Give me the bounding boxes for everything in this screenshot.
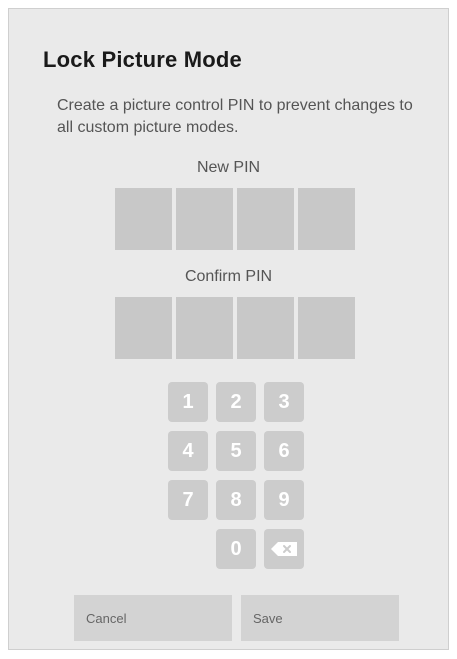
backspace-icon [271, 542, 297, 556]
new-pin-digit-4[interactable] [298, 188, 355, 250]
key-0[interactable]: 0 [216, 529, 256, 569]
key-5[interactable]: 5 [216, 431, 256, 471]
new-pin-label: New PIN [196, 159, 261, 176]
key-2[interactable]: 2 [216, 382, 256, 422]
confirm-pin-digit-1[interactable] [115, 297, 172, 359]
cancel-button[interactable]: Cancel [74, 595, 232, 641]
save-button[interactable]: Save [241, 595, 399, 641]
key-9[interactable]: 9 [264, 480, 304, 520]
key-7[interactable]: 7 [168, 480, 208, 520]
new-pin-field[interactable] [115, 188, 355, 250]
confirm-pin-field[interactable] [115, 297, 355, 359]
new-pin-digit-3[interactable] [237, 188, 294, 250]
backspace-button[interactable] [264, 529, 304, 569]
new-pin-digit-1[interactable] [115, 188, 172, 250]
dialog-title: Lock Picture Mode [43, 47, 242, 72]
key-4[interactable]: 4 [168, 431, 208, 471]
confirm-pin-label: Confirm PIN [184, 268, 273, 285]
lock-picture-mode-dialog: Lock Picture Mode Create a picture contr… [8, 8, 449, 650]
dialog-description: Create a picture control PIN to prevent … [57, 97, 413, 136]
new-pin-digit-2[interactable] [176, 188, 233, 250]
key-3[interactable]: 3 [264, 382, 304, 422]
key-8[interactable]: 8 [216, 480, 256, 520]
key-1[interactable]: 1 [168, 382, 208, 422]
confirm-pin-digit-2[interactable] [176, 297, 233, 359]
confirm-pin-digit-3[interactable] [237, 297, 294, 359]
key-6[interactable]: 6 [264, 431, 304, 471]
confirm-pin-digit-4[interactable] [298, 297, 355, 359]
